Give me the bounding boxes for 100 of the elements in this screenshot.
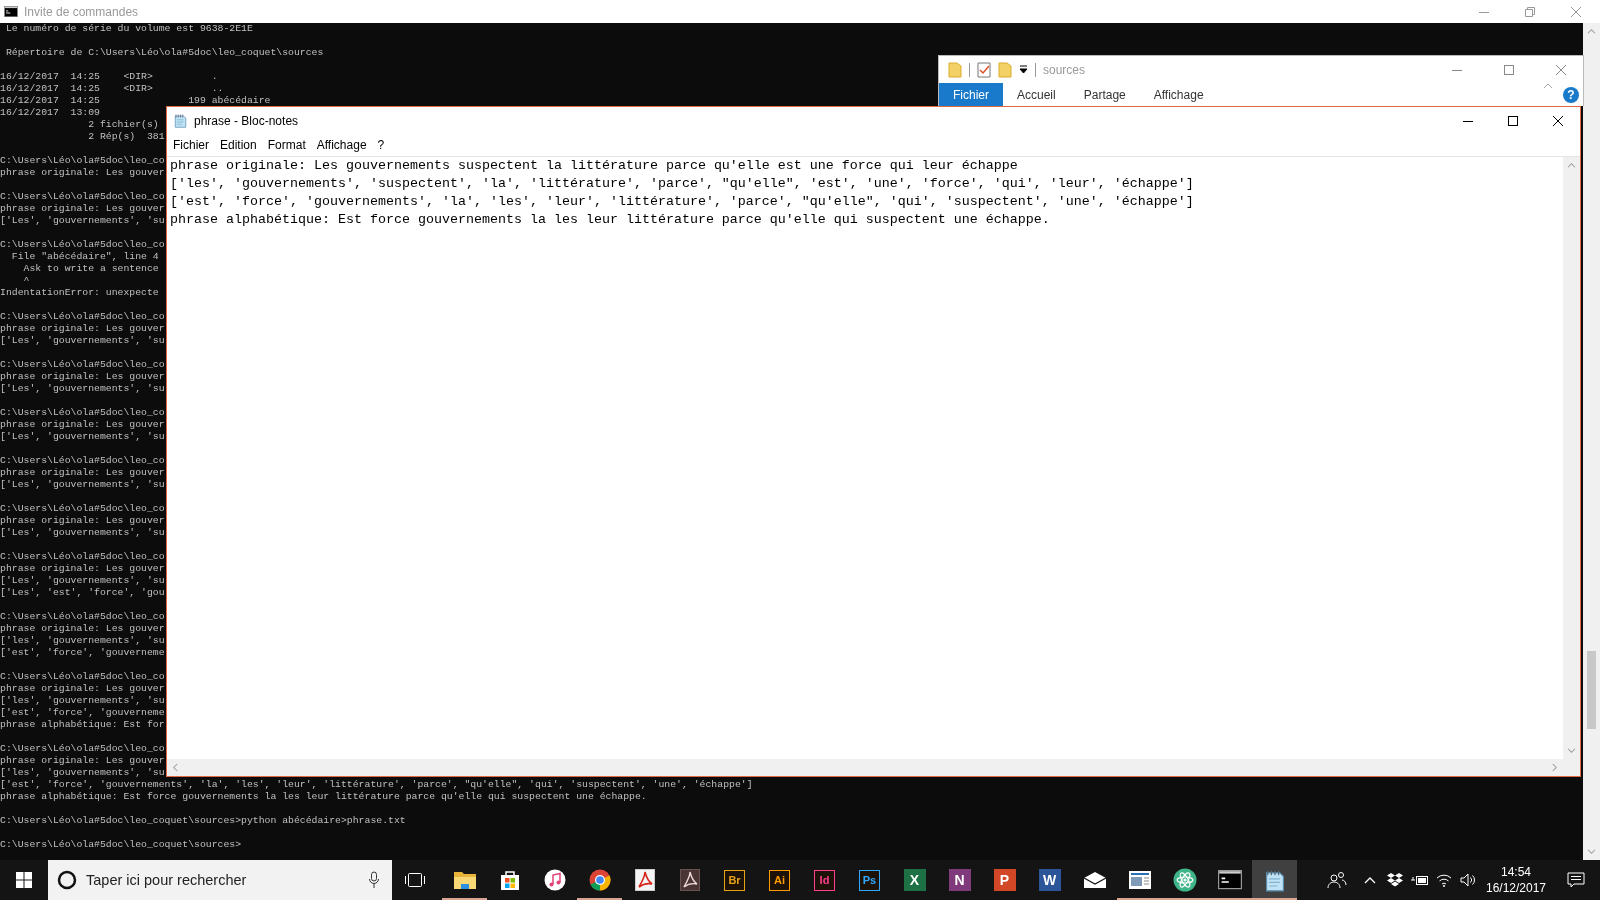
notification-icon[interactable] [1567, 872, 1585, 888]
menu-item[interactable]: Format [262, 136, 311, 154]
folder-icon [452, 870, 477, 890]
ribbon-tab[interactable]: Partage [1069, 83, 1140, 106]
console-line: 2 fichier(s) [87, 119, 159, 131]
console-line: phrase originale: Les gouver [0, 515, 165, 527]
atom-icon [1172, 868, 1197, 892]
people-icon[interactable] [1327, 871, 1347, 889]
console-line: ['est', 'force', 'gouverneme [0, 707, 165, 719]
console-line: IndentationError: unexpecte [0, 287, 159, 299]
console-line: phrase originale: Les gouver [0, 371, 165, 383]
chevron-up-icon[interactable] [1364, 876, 1376, 884]
console-line: ['Les', 'gouvernements', 'su [0, 575, 165, 587]
console-line: phrase originale: Les gouver [0, 323, 165, 335]
taskbar-button[interactable]: Br [712, 860, 757, 900]
app-letter-icon: N [948, 869, 971, 891]
console-line: C:\Users\Léo\ola#5doc\leo_co [0, 191, 165, 203]
console-line: C:\Users\Léo\ola#5doc\leo_co [0, 239, 165, 251]
taskbar-button[interactable]: X [892, 860, 937, 900]
caret-icon[interactable] [1019, 65, 1028, 74]
ribbon-tab[interactable]: Accueil [1003, 83, 1070, 106]
taskbar-button[interactable]: N [937, 860, 982, 900]
search-field[interactable]: Taper ici pour rechercher [86, 872, 359, 888]
document-icon [679, 869, 700, 891]
notepad-icon [173, 113, 188, 128]
taskbar-button[interactable]: Ps [847, 860, 892, 900]
restore-icon[interactable] [1525, 6, 1535, 17]
microphone-icon[interactable] [368, 871, 380, 889]
console-line: C:\Users\Léo\ola#5doc\leo_co [0, 311, 165, 323]
clock-date[interactable]: 16/12/2017 [1485, 880, 1547, 896]
console-line: phrase originale: Les gouver [0, 203, 165, 215]
search-icon[interactable] [57, 870, 77, 890]
console-line: C:\Users\Léo\ola#5doc\leo_co [0, 551, 165, 563]
console-line: phrase originale: Les gouver [0, 419, 165, 431]
console-line: C:\Users\Léo\ola#5doc\leo_coquet\sources> [0, 839, 242, 851]
window-title: Invite de commandes [24, 4, 139, 19]
console-line: 16/12/2017 14:25 199 abécédaire [0, 95, 271, 107]
console-line: C:\Users\Léo\ola#5doc\leo_co [0, 407, 165, 419]
console-line: ['Les', 'est', 'force', 'gou [0, 587, 165, 599]
checklist-icon [977, 61, 991, 78]
taskbar-button[interactable] [1252, 860, 1297, 900]
console-line: C:\Users\Léo\ola#5doc\leo_co [0, 359, 165, 371]
console-line: phrase originale: Les gouver [0, 623, 165, 635]
console-line: ['les', 'gouvernements', 'su [0, 767, 165, 779]
search-box[interactable]: Taper ici pour rechercher [48, 860, 392, 900]
text-line: ['les', 'gouvernements', 'suspectent', 'la', 'littérature', 'parce', "qu'elle", 'est', 'une', 'force', 'qui', 'leur', 'échappe'] [170, 174, 1194, 193]
windows-logo-icon[interactable] [16, 872, 32, 888]
app-letter-icon: Ps [859, 869, 880, 891]
console-line: C:\Users\Léo\ola#5doc\leo_co [0, 503, 165, 515]
console-line: ^ [22, 275, 30, 287]
console-line: C:\Users\Léo\ola#5doc\leo_coquet\sources>python abécédaire>phrase.txt [0, 815, 406, 827]
text-line: phrase originale: Les gouvernements suspectent la littérature parce qu'elle est une force qui leur échappe [170, 157, 1018, 175]
console-line: C:\Users\Léo\ola#5doc\leo_co [0, 743, 165, 755]
maximize-icon[interactable] [1507, 115, 1518, 126]
box-logo-icon[interactable] [1387, 873, 1403, 887]
console-line: Le numéro de série du volume est 9638-2E1E [4, 23, 253, 35]
close-icon[interactable] [1552, 115, 1563, 126]
terminal-icon [1217, 870, 1242, 890]
console-line: ['Les', 'gouvernements', 'su [0, 383, 165, 395]
taskbar-button[interactable]: W [1027, 860, 1072, 900]
console-line: ['Les', 'gouvernements', 'su [0, 431, 165, 443]
console-line: C:\Users\Léo\ola#5doc\leo_co [0, 671, 165, 683]
help-button[interactable]: ? [1563, 86, 1579, 103]
taskbar-button[interactable]: P [982, 860, 1027, 900]
menu-item[interactable]: Edition [215, 136, 262, 154]
task-view-icon[interactable] [404, 872, 426, 888]
app-letter-icon: Br [724, 869, 745, 891]
console-line: phrase originale: Les gouver [0, 467, 165, 479]
document-icon [634, 869, 655, 891]
console-line: phrase originale: Les gouver [0, 167, 165, 179]
menu-item[interactable]: Affichage [311, 136, 372, 154]
console-line: Répertoire de C:\Users\Léo\ola#5doc\leo_coquet\sources [4, 47, 324, 59]
ribbon-tab[interactable]: Fichier [939, 83, 1003, 106]
scrollbar-thumb[interactable] [1587, 651, 1596, 729]
music-note-icon [543, 869, 566, 891]
folder-icon [948, 61, 962, 78]
app-letter-icon: Ai [769, 869, 790, 891]
menu-item[interactable]: ? [372, 136, 390, 154]
battery-icon[interactable] [1410, 874, 1429, 886]
console-line: Ask to write a sentence [22, 263, 159, 275]
app-letter-icon: P [993, 869, 1016, 891]
round-logo-icon [588, 869, 611, 891]
taskbar-button[interactable]: Ai [757, 860, 802, 900]
console-line: 16/12/2017 13:09 [0, 107, 100, 119]
wifi-icon[interactable] [1436, 873, 1452, 887]
envelope-icon [1082, 871, 1107, 889]
console-line: ['les', 'gouvernements', 'su [0, 635, 165, 647]
console-line: ['Les', 'gouvernements', 'su [0, 527, 165, 539]
ribbon-tab[interactable]: Affichage [1139, 83, 1218, 106]
console-line: C:\Users\Léo\ola#5doc\leo_co [0, 455, 165, 467]
taskbar-button[interactable]: Id [802, 860, 847, 900]
console-line: 16/12/2017 14:25 <DIR> . [0, 71, 218, 83]
window-title: sources [1043, 62, 1086, 77]
menu-item[interactable]: Fichier [168, 136, 214, 154]
folder-icon [998, 61, 1012, 78]
console-line: File "abécédaire", line 4 [10, 251, 159, 263]
console-line: ['Les', 'gouvernements', 'su [0, 215, 165, 227]
window-icon [1128, 871, 1151, 889]
speaker-icon[interactable] [1460, 873, 1476, 887]
clock-time[interactable]: 14:54 [1501, 864, 1531, 880]
